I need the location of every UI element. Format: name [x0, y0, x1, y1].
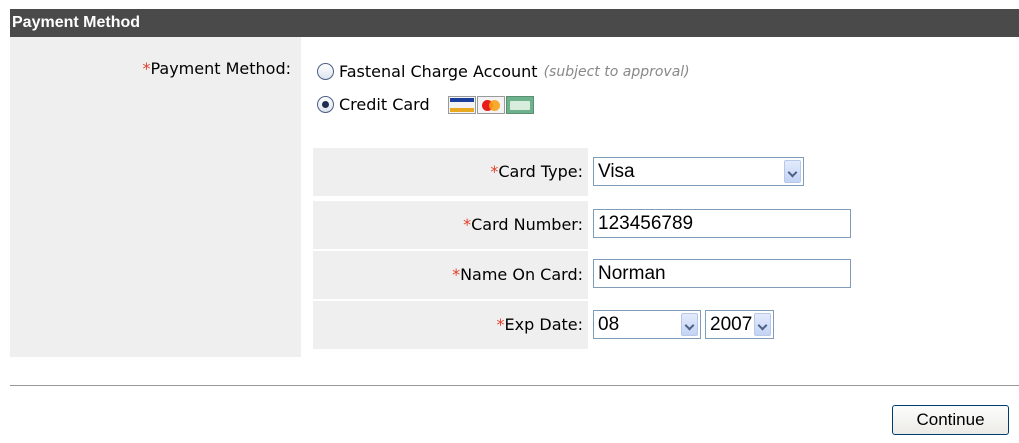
chevron-down-icon[interactable]: [681, 313, 698, 336]
name-on-card-input[interactable]: Norman: [593, 259, 851, 288]
radio-label-credit-card[interactable]: Credit Card: [339, 95, 430, 114]
radio-button-credit-card[interactable]: [317, 96, 334, 113]
card-number-value: 123456789: [598, 213, 694, 234]
card-type-row: *Card Type: Visa: [313, 148, 851, 196]
section-title: Payment Method: [12, 14, 141, 31]
card-number-row: *Card Number: 123456789: [313, 201, 851, 249]
name-on-card-row: *Name On Card: Norman: [313, 251, 851, 299]
section-header: Payment Method: [10, 9, 1019, 37]
discover-card-icon: [505, 95, 534, 114]
radio-button-charge-account[interactable]: [317, 63, 334, 80]
radio-option-charge-account[interactable]: Fastenal Charge Account (subject to appr…: [317, 62, 690, 81]
card-number-label: *Card Number:: [463, 215, 583, 234]
name-on-card-label: *Name On Card:: [452, 265, 583, 284]
name-on-card-value: Norman: [598, 263, 666, 284]
exp-month-value: 08: [598, 314, 620, 335]
chevron-down-icon[interactable]: [784, 160, 801, 183]
radio-label-charge-account[interactable]: Fastenal Charge Account: [339, 62, 538, 81]
card-logos: [447, 95, 534, 114]
card-type-label: *Card Type:: [490, 162, 583, 181]
mastercard-icon: [476, 95, 505, 114]
card-number-label-cell: *Card Number:: [313, 201, 588, 249]
payment-method-label-cell: *Payment Method:: [10, 37, 301, 357]
chevron-down-icon[interactable]: [754, 313, 771, 336]
card-type-value: Visa: [598, 161, 635, 182]
payment-method-label: *Payment Method:: [142, 59, 291, 78]
card-type-label-cell: *Card Type:: [313, 148, 588, 196]
exp-date-row: *Exp Date: 08 2007: [313, 301, 851, 349]
exp-date-label-cell: *Exp Date:: [313, 301, 588, 349]
radio-option-credit-card[interactable]: Credit Card: [317, 95, 534, 114]
approval-note: (subject to approval): [543, 63, 690, 80]
card-number-input[interactable]: 123456789: [593, 209, 851, 238]
visa-card-icon: [447, 95, 476, 114]
exp-date-label: *Exp Date:: [496, 315, 583, 334]
name-on-card-label-cell: *Name On Card:: [313, 251, 588, 299]
continue-button[interactable]: Continue: [892, 405, 1009, 435]
exp-year-value: 2007: [710, 314, 753, 335]
exp-year-select[interactable]: 2007: [705, 310, 774, 339]
card-type-select[interactable]: Visa: [593, 157, 804, 186]
section-divider: [10, 385, 1019, 386]
exp-month-select[interactable]: 08: [593, 310, 701, 339]
